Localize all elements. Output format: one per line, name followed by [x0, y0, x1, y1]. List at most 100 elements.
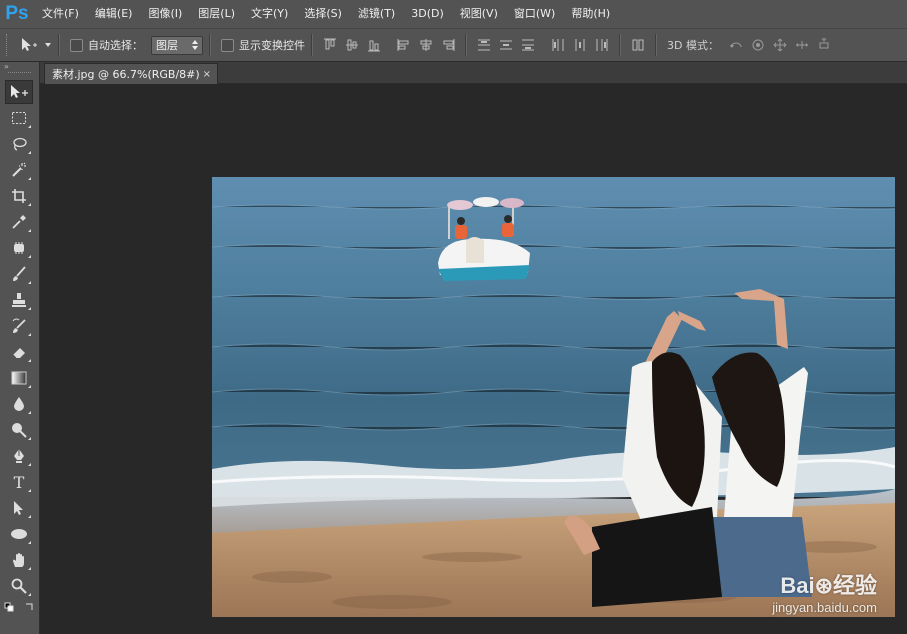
auto-align-layers-button[interactable] [627, 34, 649, 56]
eyedropper-tool[interactable] [5, 210, 33, 234]
menu-layer[interactable]: 图层(L) [190, 0, 243, 28]
3d-pan-icon [773, 38, 787, 52]
menu-type[interactable]: 文字(Y) [243, 0, 296, 28]
distribute-hcenter-icon [575, 39, 585, 51]
distribute-left-icon [552, 39, 564, 51]
3d-rotate-button[interactable] [725, 34, 747, 56]
eraser-tool[interactable] [5, 340, 33, 364]
3d-rotate-icon [729, 42, 742, 48]
align-right-icon [443, 39, 455, 51]
document-canvas[interactable]: Bai⊛经验 jingyan.baidu.com [40, 84, 907, 634]
3d-slide-icon [795, 41, 808, 49]
default-colors-icon [4, 602, 14, 612]
baidu-watermark: Bai⊛经验 jingyan.baidu.com [772, 568, 877, 615]
align-left-icon [397, 39, 409, 51]
menu-filter[interactable]: 滤镜(T) [350, 0, 403, 28]
toolbox-panel: » T [0, 62, 40, 634]
swap-colors-icon [26, 603, 33, 610]
clone-stamp-tool[interactable] [5, 288, 33, 312]
path-selection-icon [14, 501, 23, 515]
distribute-top-icon [478, 39, 490, 51]
menu-window[interactable]: 窗口(W) [506, 0, 563, 28]
menu-view[interactable]: 视图(V) [452, 0, 506, 28]
move-tool[interactable] [5, 80, 33, 104]
menu-help[interactable]: 帮助(H) [563, 0, 618, 28]
align-top-button[interactable] [319, 34, 341, 56]
type-tool[interactable]: T [5, 470, 33, 494]
spot-healing-brush-tool[interactable] [5, 236, 33, 260]
distribute-top-button[interactable] [473, 34, 495, 56]
rectangular-marquee-tool[interactable] [5, 106, 33, 130]
dodge-icon [12, 423, 27, 438]
path-selection-tool[interactable] [5, 496, 33, 520]
color-swatches[interactable] [4, 602, 39, 612]
brush-icon [13, 266, 26, 281]
align-hcenter-button[interactable] [415, 34, 437, 56]
options-bar-grip[interactable] [6, 34, 10, 56]
3d-slide-button[interactable] [791, 34, 813, 56]
3d-scale-button[interactable] [813, 34, 835, 56]
history-brush-icon [12, 318, 26, 333]
lasso-tool[interactable] [5, 132, 33, 156]
menu-select[interactable]: 选择(S) [296, 0, 350, 28]
collapse-panel-icon[interactable]: » [0, 62, 39, 72]
zoom-tool[interactable] [5, 574, 33, 598]
show-transform-checkbox[interactable] [221, 38, 234, 52]
history-brush-tool[interactable] [5, 314, 33, 338]
blur-drop-icon [14, 397, 24, 411]
ellipse-icon [11, 529, 27, 539]
ellipse-tool[interactable] [5, 522, 33, 546]
menu-file[interactable]: 文件(F) [34, 0, 87, 28]
align-bottom-icon [368, 40, 380, 52]
align-vcenter-button[interactable] [341, 34, 363, 56]
align-hcenter-icon [420, 39, 432, 51]
divider [311, 34, 313, 56]
3d-scale-icon [819, 38, 829, 49]
auto-select-checkbox[interactable] [70, 38, 83, 52]
blur-tool[interactable] [5, 392, 33, 416]
document-tab[interactable]: 素材.jpg @ 66.7%(RGB/8#) × [44, 63, 218, 84]
marquee-icon [12, 112, 26, 124]
show-transform-label: 显示变换控件 [239, 39, 305, 52]
watermark-brand: Bai⊛经验 [780, 573, 877, 598]
menu-image[interactable]: 图像(I) [140, 0, 190, 28]
dodge-tool[interactable] [5, 418, 33, 442]
align-left-button[interactable] [393, 34, 415, 56]
healing-brush-icon [14, 242, 24, 254]
stamp-icon [12, 293, 26, 307]
pen-tool[interactable] [5, 444, 33, 468]
distribute-vcenter-button[interactable] [495, 34, 517, 56]
auto-select-value: 图层 [156, 39, 178, 52]
type-tool-glyph: T [13, 472, 25, 492]
divider [655, 34, 657, 56]
align-right-button[interactable] [437, 34, 459, 56]
auto-select-dropdown[interactable]: 图层 [151, 35, 203, 55]
menu-edit[interactable]: 编辑(E) [87, 0, 141, 28]
menu-3d[interactable]: 3D(D) [403, 0, 452, 28]
distribute-hcenter-button[interactable] [569, 34, 591, 56]
move-tool-icon [11, 85, 28, 98]
hand-tool[interactable] [5, 548, 33, 572]
toolbox-grip[interactable] [8, 72, 31, 78]
close-icon[interactable]: × [203, 69, 211, 80]
auto-select-label: 自动选择： [88, 39, 143, 52]
crop-tool[interactable] [5, 184, 33, 208]
align-vcenter-icon [346, 39, 358, 51]
distribute-left-button[interactable] [547, 34, 569, 56]
tool-preset-picker[interactable] [20, 37, 52, 53]
zoom-icon [11, 578, 27, 594]
gradient-tool[interactable] [5, 366, 33, 390]
distribute-right-button[interactable] [591, 34, 613, 56]
distribute-bottom-button[interactable] [517, 34, 539, 56]
align-bottom-button[interactable] [363, 34, 385, 56]
eyedropper-icon [12, 215, 26, 229]
document-tab-bar: 素材.jpg @ 66.7%(RGB/8#) × [40, 62, 907, 84]
3d-pan-button[interactable] [769, 34, 791, 56]
brush-tool[interactable] [5, 262, 33, 286]
hand-icon [13, 553, 24, 567]
document-tab-title: 素材.jpg @ 66.7%(RGB/8#) [52, 68, 200, 81]
3d-roll-button[interactable] [747, 34, 769, 56]
magic-wand-tool[interactable] [5, 158, 33, 182]
eraser-icon [12, 348, 25, 359]
options-bar: 自动选择： 图层 显示变换控件 3D 模式： [0, 28, 907, 62]
